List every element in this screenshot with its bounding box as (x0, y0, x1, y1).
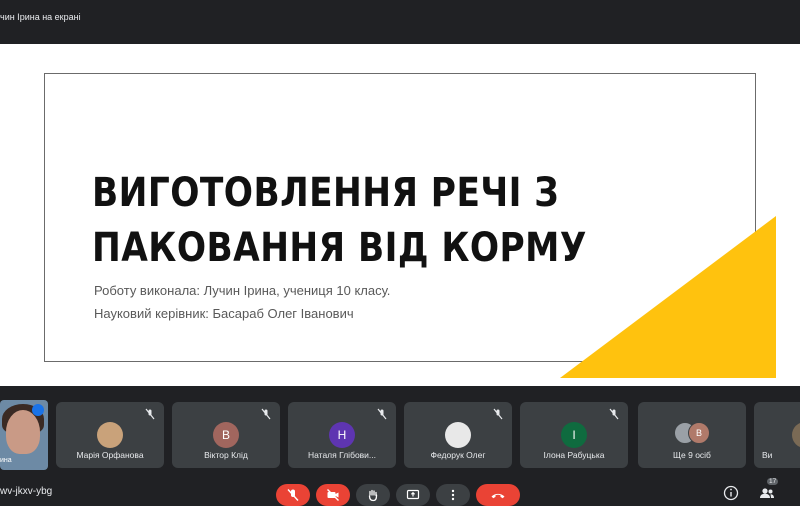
mic-toggle-button[interactable] (276, 484, 310, 506)
participant-avatar: В (688, 422, 710, 444)
participant-name: Віктор Клід (204, 450, 248, 460)
participant-name: Ви (762, 450, 773, 460)
leave-call-button[interactable] (476, 484, 520, 506)
slide-title: ВИГОТОВЛЕННЯ РЕЧІ З ПАКОВАННЯ ВІД КОРМУ (92, 166, 608, 276)
self-face (6, 410, 40, 454)
meeting-code: wv-jkxv-ybg (0, 486, 53, 497)
mic-off-icon (609, 408, 619, 420)
info-icon[interactable] (722, 484, 740, 502)
participant-avatar: І (561, 422, 587, 448)
participant-avatar: В (213, 422, 239, 448)
more-options-button[interactable] (436, 484, 470, 506)
top-bar: чин Ірина на екрані (0, 0, 800, 38)
more-participants-tile[interactable]: В Ще 9 осіб (638, 402, 746, 468)
mic-off-icon (493, 408, 503, 420)
slide-author: Роботу виконала: Лучин Ірина, учениця 10… (94, 283, 391, 298)
participant-name: Ілона Рабуцька (543, 450, 605, 460)
more-participants-label: Ще 9 осіб (673, 450, 711, 460)
participant-count-badge: 17 (767, 478, 779, 485)
participant-avatar (445, 422, 471, 448)
speaking-indicator-icon (32, 404, 44, 416)
raise-hand-button[interactable] (356, 484, 390, 506)
participant-tile[interactable]: Марія Орфанова (56, 402, 164, 468)
shared-slide: ВИГОТОВЛЕННЯ РЕЧІ З ПАКОВАННЯ ВІД КОРМУ … (0, 44, 800, 386)
mic-off-icon (145, 408, 155, 420)
slide-title-line-2: ПАКОВАННЯ ВІД КОРМУ (92, 225, 587, 271)
participant-tile[interactable]: Федорук Олег (404, 402, 512, 468)
participant-tile[interactable]: І Ілона Рабуцька (520, 402, 628, 468)
participant-tile[interactable]: Ви (754, 402, 800, 468)
mic-off-icon (261, 408, 271, 420)
slide-title-line-1: ВИГОТОВЛЕННЯ РЕЧІ З (92, 170, 560, 216)
self-video-tile[interactable]: ина (0, 400, 48, 470)
participant-tile[interactable]: В Віктор Клід (172, 402, 280, 468)
participant-avatar (792, 422, 800, 448)
self-label: ина (0, 457, 12, 464)
participant-name: Федорук Олег (430, 450, 486, 460)
participant-strip: ина Марія Орфанова В Віктор Клід Н Натал… (0, 398, 800, 472)
grouped-avatars: В (674, 422, 710, 448)
participant-name: Наталя Глібови... (307, 450, 377, 460)
bottom-toolbar: wv-jkxv-ybg (0, 476, 800, 506)
people-icon[interactable] (758, 484, 776, 502)
participant-tile[interactable]: Н Наталя Глібови... (288, 402, 396, 468)
participant-name: Марія Орфанова (76, 450, 144, 460)
mic-off-icon (377, 408, 387, 420)
presentation-stage: ВИГОТОВЛЕННЯ РЕЧІ З ПАКОВАННЯ ВІД КОРМУ … (0, 38, 800, 392)
participant-avatar: Н (329, 422, 355, 448)
participant-avatar (97, 422, 123, 448)
camera-toggle-button[interactable] (316, 484, 350, 506)
present-screen-button[interactable] (396, 484, 430, 506)
slide-supervisor: Науковий керівник: Басараб Олег Іванович (94, 306, 354, 321)
presenting-indicator: чин Ірина на екрані (0, 12, 81, 22)
